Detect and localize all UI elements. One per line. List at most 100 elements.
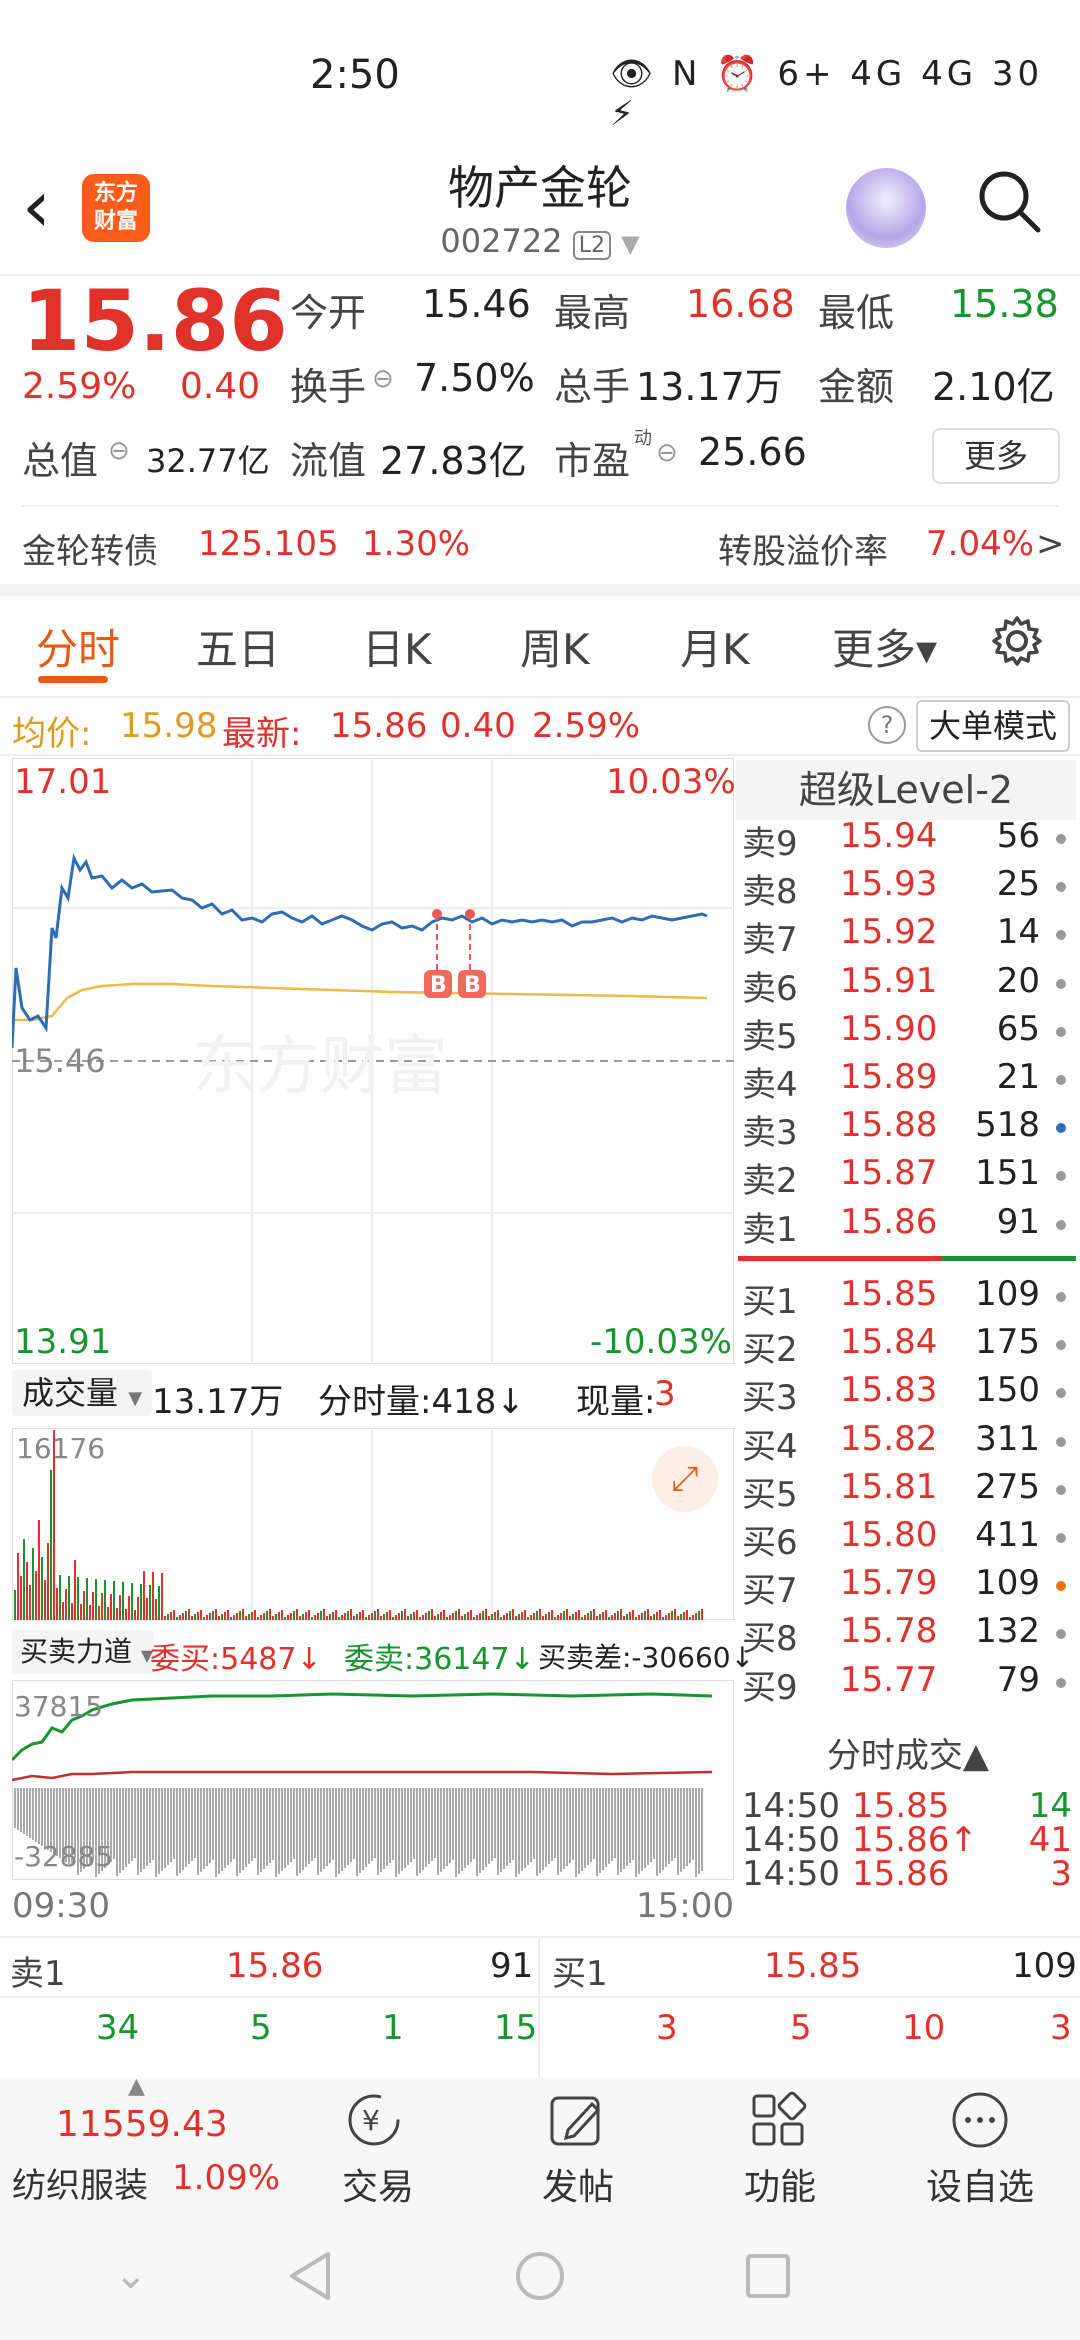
order-book-row[interactable]: 卖8 15.93 25 — [740, 864, 1076, 912]
order-volume: 275 — [975, 1466, 1040, 1507]
chevron-up-icon[interactable]: ▲ — [128, 2074, 145, 2099]
nav-recents-icon[interactable] — [744, 2252, 792, 2300]
trade-ticks-title[interactable]: 分时成交▲ — [740, 1728, 1076, 1777]
order-book-row[interactable]: 买2 15.84 175 — [740, 1322, 1076, 1370]
order-book-row[interactable]: 卖4 15.89 21 — [740, 1057, 1076, 1105]
volume-bar — [536, 1611, 538, 1620]
function-label[interactable]: 功能 — [744, 2158, 816, 2210]
volume-bar — [623, 1616, 625, 1620]
force-bar — [698, 1788, 700, 1874]
post-label[interactable]: 发帖 — [542, 2158, 614, 2210]
force-bar — [425, 1788, 427, 1867]
volume-bar — [644, 1611, 646, 1620]
order-book-row[interactable]: 买3 15.83 150 — [740, 1370, 1076, 1418]
post-edit-icon[interactable] — [546, 2090, 606, 2150]
volume-bar — [572, 1614, 574, 1620]
force-bar — [557, 1788, 559, 1875]
order-book-row[interactable]: 卖3 15.88 518 — [740, 1105, 1076, 1153]
nav-home-icon[interactable] — [514, 2250, 566, 2302]
volume-selector-label: 成交量 — [22, 1374, 119, 1412]
search-icon[interactable] — [976, 168, 1042, 234]
open-value: 15.46 — [422, 282, 531, 326]
force-bar — [350, 1788, 352, 1862]
assistant-robot-icon[interactable] — [846, 168, 926, 248]
force-bar — [569, 1788, 571, 1863]
force-bar — [305, 1788, 307, 1867]
order-book-row[interactable]: 买6 15.80 411 — [740, 1515, 1076, 1563]
volume-bar — [488, 1616, 490, 1620]
volume-bar — [245, 1616, 247, 1620]
volume-bar — [185, 1611, 187, 1620]
volume-bar — [170, 1612, 172, 1620]
indicator-dot — [1056, 1629, 1066, 1640]
order-book-row[interactable]: 卖6 15.91 20 — [740, 961, 1076, 1009]
chevron-down-icon[interactable]: ⌄ — [114, 2252, 148, 2298]
indicator-dot — [1056, 1436, 1066, 1447]
force-bar — [620, 1788, 622, 1872]
trade-label[interactable]: 交易 — [342, 2158, 414, 2210]
index-name[interactable]: 纺织服装 — [12, 2158, 148, 2207]
more-button[interactable]: 更多 — [932, 428, 1060, 484]
order-book-row[interactable]: 买7 15.79 109 — [740, 1563, 1076, 1611]
volume-chart[interactable] — [12, 1428, 734, 1620]
volume-selector[interactable]: 成交量 ▼ — [12, 1370, 152, 1416]
tab-intraday[interactable]: 分时 — [36, 616, 120, 677]
settings-gear-icon[interactable] — [990, 614, 1044, 668]
bond-name[interactable]: 金轮转债 — [22, 524, 158, 573]
info-icon[interactable]: ⊖ — [656, 438, 678, 468]
order-book-row[interactable]: 买8 15.78 132 — [740, 1611, 1076, 1659]
order-book-row[interactable]: 买9 15.77 79 — [740, 1660, 1076, 1708]
volume-bar — [512, 1609, 514, 1620]
big-order-mode-button[interactable]: 大单模式 — [916, 700, 1070, 752]
function-grid-icon[interactable] — [748, 2090, 808, 2150]
add-watchlist-icon[interactable] — [950, 2090, 1010, 2150]
tab-weekly-k[interactable]: 周K — [520, 616, 590, 677]
tab-five-day[interactable]: 五日 — [196, 616, 280, 677]
tab-more[interactable]: 更多▾ — [832, 616, 937, 677]
force-bar — [164, 1788, 166, 1868]
info-icon[interactable]: ⊖ — [372, 364, 394, 394]
trade-icon[interactable]: ¥ — [344, 2090, 404, 2150]
index-value[interactable]: 11559.43 — [56, 2104, 228, 2145]
order-volume: 175 — [975, 1322, 1040, 1363]
intraday-price-chart[interactable]: 东方财富 B B — [12, 758, 734, 1364]
now-volume-value: 3 — [654, 1374, 676, 1414]
expand-icon[interactable]: ⤢ — [652, 1446, 718, 1512]
level2-title[interactable]: 超级Level-2 — [736, 760, 1076, 820]
force-bar — [227, 1788, 229, 1865]
order-book-row[interactable]: 卖1 15.86 91 — [740, 1202, 1076, 1250]
volume-bar — [146, 1598, 148, 1620]
force-selector[interactable]: 买卖力道 ▼ — [12, 1630, 154, 1674]
volume-bar — [314, 1615, 316, 1620]
volume-bar — [386, 1612, 388, 1620]
order-volume: 151 — [975, 1153, 1040, 1194]
pe-superscript: 动 — [634, 428, 652, 449]
queue-item: 3 — [1050, 2008, 1072, 2048]
chevron-right-icon[interactable]: > — [1036, 524, 1065, 564]
help-icon[interactable]: ? — [868, 706, 906, 744]
volume-bar — [470, 1610, 472, 1620]
change-amount: 0.40 — [180, 366, 261, 407]
force-bar — [257, 1788, 259, 1875]
force-bar — [167, 1788, 169, 1865]
volume-bar — [509, 1611, 511, 1620]
watchlist-label[interactable]: 设自选 — [926, 2158, 1034, 2210]
tab-monthly-k[interactable]: 月K — [680, 616, 750, 677]
nav-back-icon[interactable] — [286, 2250, 334, 2302]
order-book-row[interactable]: 卖9 15.94 56 — [740, 816, 1076, 864]
force-bar — [146, 1788, 148, 1866]
order-price: 15.86 — [840, 1201, 938, 1242]
divider — [0, 1936, 1080, 1938]
order-book-row[interactable]: 买5 15.81 275 — [740, 1467, 1076, 1515]
order-book-row[interactable]: 卖7 15.92 14 — [740, 912, 1076, 960]
tab-daily-k[interactable]: 日K — [362, 616, 432, 677]
info-icon[interactable]: ⊖ — [108, 436, 130, 466]
order-book-row[interactable]: 卖2 15.87 151 — [740, 1153, 1076, 1201]
order-book-row[interactable]: 买1 15.85 109 — [740, 1274, 1076, 1322]
force-bar — [524, 1788, 526, 1868]
force-chart[interactable] — [12, 1680, 734, 1880]
force-bar — [17, 1788, 19, 1830]
order-book-row[interactable]: 买4 15.82 311 — [740, 1419, 1076, 1467]
force-bar — [275, 1788, 277, 1877]
order-book-row[interactable]: 卖5 15.90 65 — [740, 1009, 1076, 1057]
